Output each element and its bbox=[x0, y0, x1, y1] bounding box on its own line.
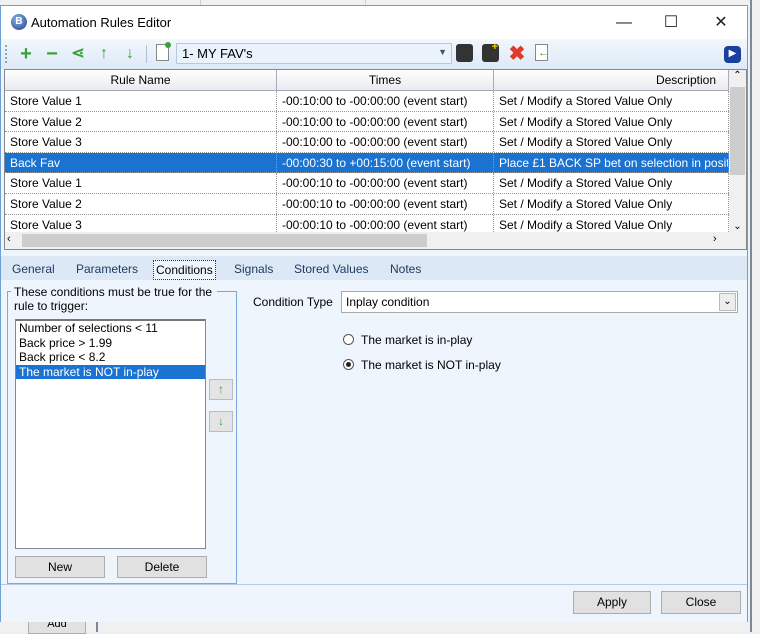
table-cell: -00:10:00 to -00:00:00 (event start) bbox=[277, 91, 494, 111]
table-cell: Set / Modify a Stored Value Only bbox=[494, 132, 729, 152]
table-cell: Store Value 1 bbox=[5, 173, 277, 193]
table-cell: -00:00:30 to +00:15:00 (event start) bbox=[277, 152, 494, 173]
apply-button[interactable]: Apply bbox=[573, 591, 651, 614]
radio-not-in-play-circle[interactable] bbox=[343, 359, 354, 370]
move-condition-down-button[interactable]: ↓ bbox=[209, 411, 233, 432]
new-condition-button[interactable]: New bbox=[15, 556, 105, 578]
rules-grid: Rule Name Times Description Store Value … bbox=[4, 69, 747, 250]
column-header-description[interactable]: Description bbox=[494, 70, 729, 91]
table-cell: -00:10:00 to -00:00:00 (event start) bbox=[277, 111, 494, 132]
branch-rule-icon[interactable]: ⋖ bbox=[69, 45, 87, 63]
table-row[interactable]: Store Value 1 -00:00:10 to -00:00:00 (eve… bbox=[5, 173, 729, 194]
table-cell: Set / Modify a Stored Value Only bbox=[494, 91, 729, 111]
scroll-thumb[interactable] bbox=[730, 87, 745, 175]
close-window-button[interactable]: ✕ bbox=[698, 6, 744, 39]
title-bar: B Automation Rules Editor — ☐ ✕ bbox=[1, 6, 747, 39]
scroll-right-icon[interactable]: › bbox=[713, 233, 717, 245]
table-cell: Place £1 BACK SP bet on selection in pos… bbox=[494, 152, 729, 173]
table-row[interactable]: Store Value 2 -00:00:10 to -00:00:00 (eve… bbox=[5, 194, 729, 215]
scroll-down-icon[interactable]: ⌄ bbox=[729, 221, 746, 232]
save-icon[interactable] bbox=[456, 44, 473, 62]
ruleset-value: 1- MY FAV's bbox=[182, 46, 253, 61]
toolbar-separator bbox=[146, 45, 147, 63]
list-item[interactable]: Number of selections < 11 bbox=[16, 321, 205, 336]
automation-rules-editor-window: B Automation Rules Editor — ☐ ✕ + − ⋖ ↑ … bbox=[0, 5, 748, 622]
footer-bar: Apply Close bbox=[1, 584, 747, 622]
list-item[interactable]: Back price < 8.2 bbox=[16, 350, 205, 365]
radio-not-in-play-label: The market is NOT in-play bbox=[361, 358, 501, 372]
tab-strip: General Parameters Conditions Signals St… bbox=[1, 256, 747, 280]
condition-type-value: Inplay condition bbox=[346, 295, 430, 309]
table-cell: -00:00:10 to -00:00:00 (event start) bbox=[277, 194, 494, 214]
delete-condition-button[interactable]: Delete bbox=[117, 556, 207, 578]
table-cell: Store Value 2 bbox=[5, 111, 277, 132]
vertical-scrollbar[interactable]: ⌃ ⌄ bbox=[729, 70, 746, 232]
scroll-up-icon[interactable]: ⌃ bbox=[729, 70, 746, 87]
close-button[interactable]: Close bbox=[661, 591, 741, 614]
hscroll-thumb[interactable] bbox=[22, 234, 427, 247]
tab-stored-values[interactable]: Stored Values bbox=[294, 260, 369, 280]
ruleset-select[interactable]: 1- MY FAV's ▼ bbox=[176, 43, 452, 64]
horizontal-scrollbar[interactable]: ‹ › bbox=[5, 232, 746, 249]
tab-conditions[interactable]: Conditions bbox=[153, 260, 216, 280]
remove-rule-icon[interactable]: − bbox=[43, 44, 61, 64]
table-cell: Set / Modify a Stored Value Only bbox=[494, 173, 729, 193]
window-title: Automation Rules Editor bbox=[31, 15, 172, 30]
chevron-down-icon: ⌄ bbox=[719, 293, 736, 311]
move-up-icon[interactable]: ↑ bbox=[95, 45, 113, 63]
dock-icon[interactable]: ▶ bbox=[724, 46, 741, 63]
scroll-left-icon[interactable]: ‹ bbox=[7, 233, 11, 245]
move-condition-up-button[interactable]: ↑ bbox=[209, 379, 233, 400]
column-header-times[interactable]: Times bbox=[277, 70, 494, 91]
table-row[interactable]: Store Value 2 -00:10:00 to -00:00:00 (eve… bbox=[5, 111, 729, 133]
table-cell: Set / Modify a Stored Value Only bbox=[494, 111, 729, 132]
table-cell: -00:10:00 to -00:00:00 (event start) bbox=[277, 132, 494, 152]
table-cell: Back Fav bbox=[5, 152, 277, 173]
table-cell: Store Value 1 bbox=[5, 91, 277, 111]
table-cell: Set / Modify a Stored Value Only bbox=[494, 194, 729, 214]
condition-type-select[interactable]: Inplay condition ⌄ bbox=[341, 291, 738, 313]
radio-in-play-label: The market is in-play bbox=[361, 333, 473, 347]
save-as-icon[interactable]: + bbox=[482, 41, 499, 62]
import-icon[interactable]: ← bbox=[535, 44, 549, 61]
app-logo-icon: B bbox=[11, 14, 27, 30]
toolbar-grip[interactable] bbox=[5, 45, 7, 63]
add-rule-icon[interactable]: + bbox=[17, 44, 35, 64]
delete-icon[interactable]: ✖ bbox=[508, 44, 526, 64]
table-row[interactable]: Store Value 1 -00:10:00 to -00:00:00 (eve… bbox=[5, 91, 729, 112]
radio-in-play-circle[interactable] bbox=[343, 334, 354, 345]
tab-notes[interactable]: Notes bbox=[390, 260, 421, 280]
list-item[interactable]: The market is NOT in-play bbox=[16, 364, 205, 379]
table-cell: Store Value 3 bbox=[5, 132, 277, 152]
tab-general[interactable]: General bbox=[12, 260, 55, 280]
tab-signals[interactable]: Signals bbox=[234, 260, 273, 280]
column-header-rule-name[interactable]: Rule Name bbox=[5, 70, 277, 91]
toolbar: + − ⋖ ↑ ↓ 1- MY FAV's ▼ + ✖ ← ▶ bbox=[1, 39, 747, 69]
list-item[interactable]: Back price > 1.99 bbox=[16, 336, 205, 351]
conditions-list[interactable]: Number of selections < 11 Back price > 1.… bbox=[15, 319, 206, 549]
condition-type-label: Condition Type bbox=[253, 295, 333, 309]
conditions-group-label: These conditions must be true for the ru… bbox=[11, 285, 217, 313]
tab-parameters[interactable]: Parameters bbox=[76, 260, 138, 280]
chevron-down-icon: ▼ bbox=[438, 47, 447, 57]
table-row[interactable]: Back Fav -00:00:30 to +00:15:00 (event st… bbox=[5, 152, 729, 174]
new-file-icon[interactable] bbox=[156, 42, 171, 61]
maximize-button[interactable]: ☐ bbox=[648, 6, 694, 39]
move-down-icon[interactable]: ↓ bbox=[121, 45, 139, 63]
minimize-button[interactable]: — bbox=[601, 6, 647, 39]
table-cell: -00:00:10 to -00:00:00 (event start) bbox=[277, 173, 494, 193]
table-row[interactable]: Store Value 3 -00:10:00 to -00:00:00 (eve… bbox=[5, 132, 729, 153]
table-cell: Store Value 2 bbox=[5, 194, 277, 214]
